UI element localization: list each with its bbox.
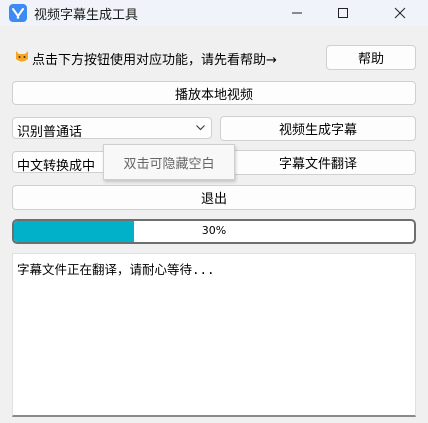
minimize-button[interactable] (274, 0, 320, 26)
window-title: 视频字幕生成工具 (34, 8, 139, 23)
play-local-video-button[interactable]: 播放本地视频 (12, 81, 416, 105)
title-bar: 视频字幕生成工具 (0, 0, 428, 26)
close-icon (394, 7, 406, 19)
tooltip: 双击可隐藏空白 (103, 144, 235, 180)
help-button[interactable]: 帮助 (326, 45, 416, 70)
maximize-icon (338, 8, 348, 18)
close-button[interactable] (377, 0, 423, 26)
recognition-language-select[interactable]: 识别普通话 (12, 117, 212, 140)
cat-emoji-icon (14, 49, 30, 68)
log-text: 字幕文件正在翻译，请耐心等待... (17, 262, 215, 277)
tooltip-text: 双击可隐藏空白 (123, 156, 215, 172)
convert-language-value: 中文转换成中 (17, 159, 96, 173)
app-logo-icon (9, 4, 27, 22)
generate-subtitles-button[interactable]: 视频生成字幕 (220, 116, 416, 141)
hint-text: 点击下方按钮使用对应功能，请先看帮助→ (32, 52, 277, 68)
progress-label: 30% (201, 224, 227, 237)
minimize-icon (292, 12, 302, 14)
hint-row: 点击下方按钮使用对应功能，请先看帮助→ (14, 48, 277, 68)
chevron-down-icon (195, 122, 206, 137)
recognition-language-value: 识别普通话 (17, 125, 83, 140)
exit-button[interactable]: 退出 (12, 185, 416, 210)
maximize-button[interactable] (320, 0, 366, 26)
log-textarea[interactable]: 字幕文件正在翻译，请耐心等待... (12, 253, 416, 417)
progress-bar: 30% (12, 219, 416, 244)
translate-subtitles-button[interactable]: 字幕文件翻译 (220, 150, 416, 175)
